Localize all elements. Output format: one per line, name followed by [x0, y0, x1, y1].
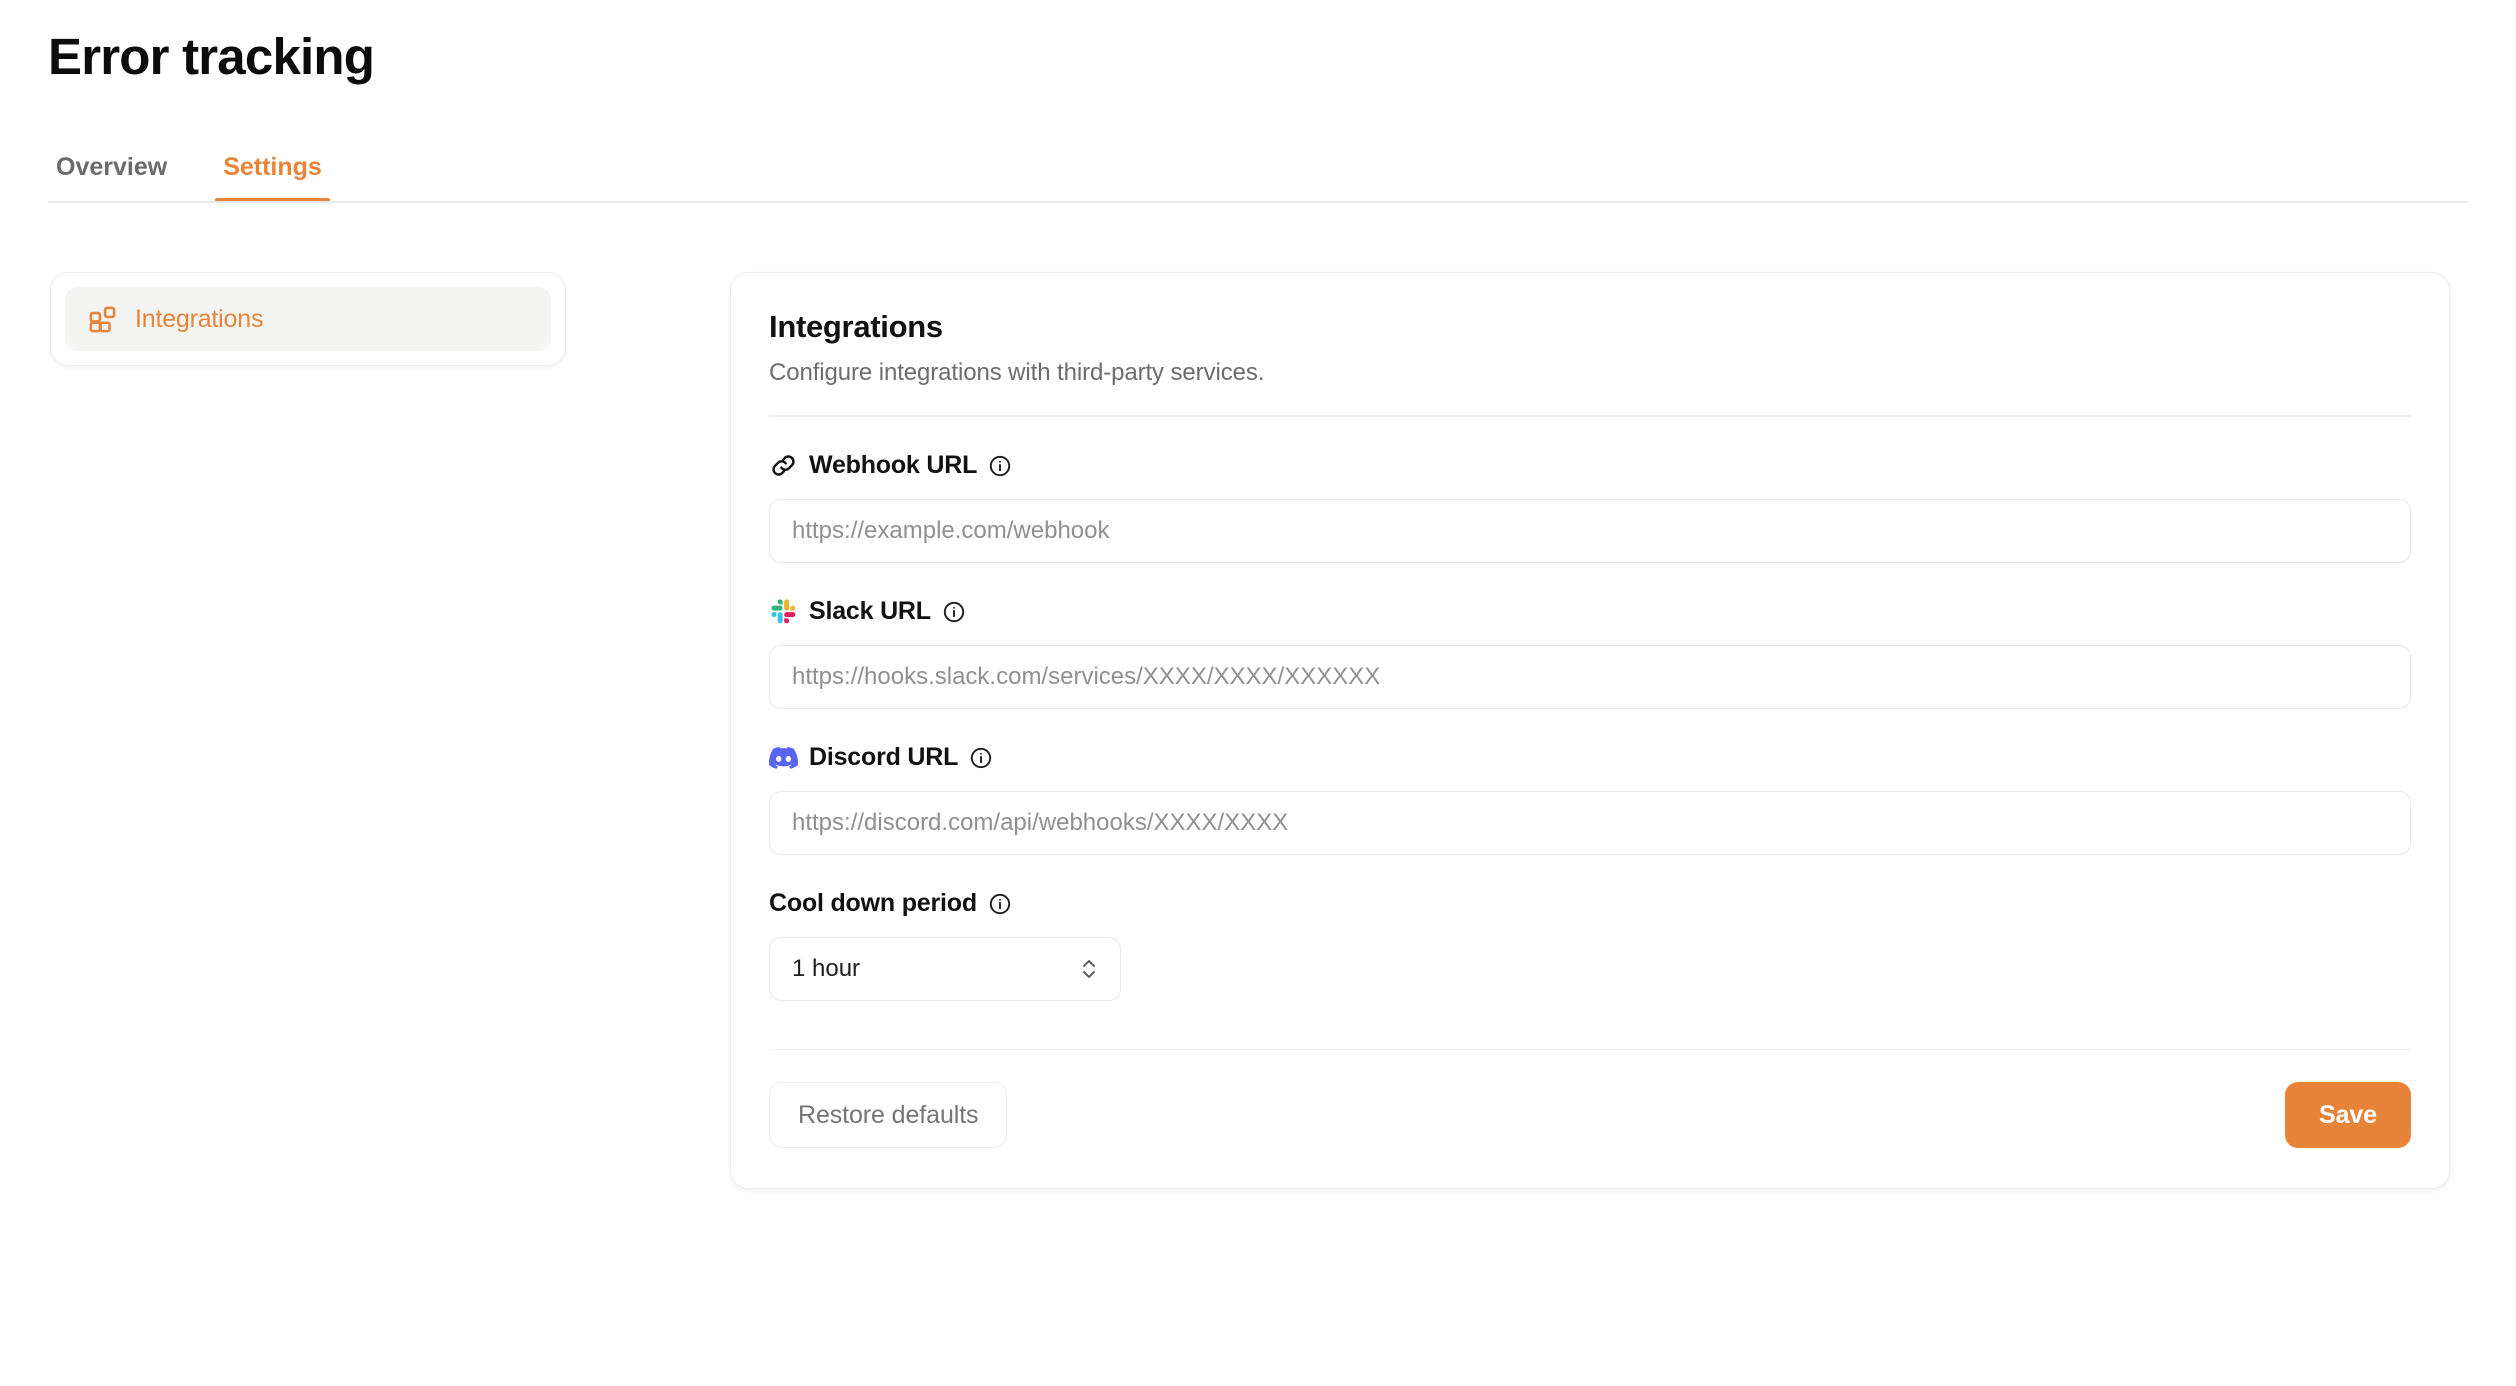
sidebar-item-label: Integrations	[135, 304, 264, 333]
field-label-row: Discord URL	[769, 741, 2411, 775]
panel-subtitle: Configure integrations with third-party …	[769, 359, 1265, 386]
footer-divider	[769, 1048, 2411, 1050]
discord-icon	[769, 743, 798, 772]
restore-defaults-button[interactable]: Restore defaults	[769, 1082, 1008, 1148]
slack-url-input[interactable]	[769, 644, 2411, 709]
tab-bar: Overview Settings	[48, 140, 330, 202]
settings-sidebar: Integrations	[50, 272, 566, 366]
field-label-row: Slack URL	[769, 595, 2411, 629]
panel-title: Integrations	[769, 309, 943, 344]
cool-down-period-value: 1 hour	[792, 954, 861, 982]
slack-icon	[769, 597, 798, 626]
info-icon[interactable]	[988, 892, 1012, 916]
save-button[interactable]: Save	[2285, 1082, 2411, 1148]
panel-footer: Restore defaults Save	[769, 1082, 2411, 1148]
webhook-url-input[interactable]	[769, 498, 2411, 563]
tab-bar-divider	[48, 201, 2468, 203]
info-icon[interactable]	[969, 746, 993, 770]
info-icon[interactable]	[942, 600, 966, 624]
integrations-panel: Integrations Configure integrations with…	[730, 272, 2450, 1189]
field-webhook-url: Webhook URL	[769, 449, 2411, 563]
cool-down-period-select[interactable]: 1 hour	[769, 936, 1121, 1001]
field-cool-down-period: Cool down period 1 hour	[769, 887, 2411, 1001]
field-label: Webhook URL	[809, 451, 978, 479]
sidebar-item-integrations[interactable]: Integrations	[65, 287, 551, 351]
info-icon[interactable]	[988, 454, 1012, 478]
field-label-row: Cool down period	[769, 887, 2411, 921]
field-label-row: Webhook URL	[769, 449, 2411, 483]
field-slack-url: Slack URL	[769, 595, 2411, 709]
blocks-icon	[87, 304, 118, 335]
page-title: Error tracking	[48, 28, 375, 85]
link-icon	[769, 451, 798, 480]
field-discord-url: Discord URL	[769, 741, 2411, 855]
field-label: Slack URL	[809, 597, 931, 625]
field-label: Discord URL	[809, 743, 959, 771]
discord-url-input[interactable]	[769, 790, 2411, 855]
error-tracking-settings-page: Error tracking Overview Settings Integra…	[0, 0, 2516, 1386]
field-label: Cool down period	[769, 889, 977, 917]
tab-overview[interactable]: Overview	[48, 153, 175, 202]
panel-header-divider	[769, 415, 2411, 417]
tab-settings[interactable]: Settings	[215, 153, 330, 202]
cool-down-period-value-box[interactable]: 1 hour	[769, 936, 1121, 1001]
